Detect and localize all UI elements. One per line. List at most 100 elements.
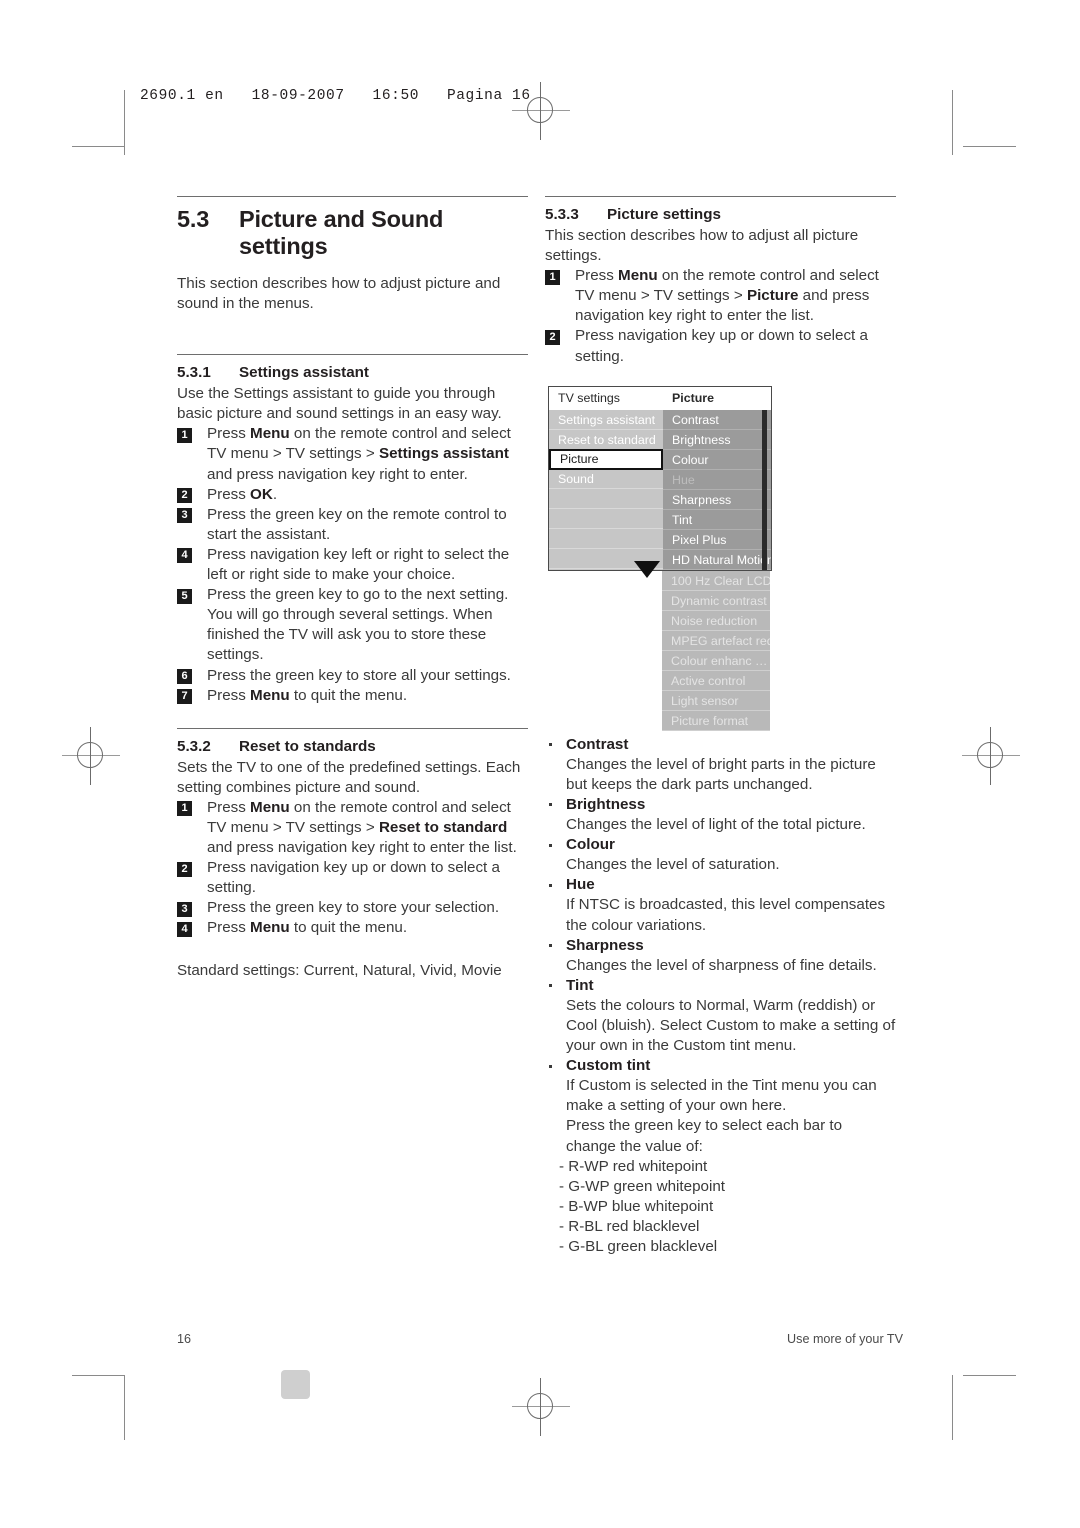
tv-menu-item[interactable]: Tint (663, 510, 771, 530)
section-title: Picture and Sound settings (239, 206, 444, 259)
tv-menu-right-items: Contrast Brightness Colour Hue Sharpness Tint… (663, 410, 771, 570)
subsection-531-intro: Use the Settings assistant to guide you … (177, 385, 502, 423)
list-item: - G-BL green blacklevel (559, 1238, 718, 1255)
section-heading-5-3: 5.3 Picture and Sound settings (177, 206, 528, 260)
list-item: - G-WP green whitepoint (559, 1177, 726, 1195)
left-column: 5.3 Picture and Sound settings This sect… (177, 196, 528, 981)
step-item: 2 Press OK. (177, 485, 528, 505)
tv-menu-item[interactable]: Brightness (663, 430, 771, 450)
subsection-title: Reset to standards (239, 737, 376, 755)
step-number-badge: 2 (545, 329, 560, 345)
subsection-number: 5.3.1 (177, 364, 211, 382)
list-item: - R-BL red blacklevel (559, 1217, 700, 1235)
tv-menu-item[interactable]: HD Natural Motion (663, 550, 771, 570)
tv-menu-header-left: TV settings (558, 391, 620, 405)
tv-menu-scrollbar[interactable] (762, 410, 767, 570)
step-item: 3 Press the green key on the remote contr… (177, 505, 528, 545)
step-number-badge: 1 (177, 801, 192, 817)
bullet-description: Changes the level of sharpness of fine d… (566, 956, 877, 974)
bullet-term: Sharpness (566, 936, 644, 954)
subsection-rule-531 (177, 354, 528, 356)
bullet-dot-icon (549, 803, 552, 807)
print-slug-line: 2690.1 en 18-09-2007 16:50 Pagina 16 (140, 88, 531, 104)
chevron-down-icon (634, 561, 660, 578)
tv-menu-item[interactable]: Sharpness (663, 490, 771, 510)
step-number-badge: 1 (545, 269, 560, 285)
footer-section-note: Use more of your TV (787, 1332, 903, 1346)
tv-menu-empty-row (549, 489, 663, 509)
bullet-description: If NTSC is broadcasted, this level compe… (566, 896, 886, 934)
tv-menu-item[interactable]: Pixel Plus (663, 530, 771, 550)
subsection-532-intro: Sets the TV to one of the predefined set… (177, 758, 521, 796)
bullet-dot-icon (549, 1064, 552, 1068)
tv-menu-item[interactable]: Sound (549, 469, 663, 489)
tv-menu-right-list[interactable]: Contrast Brightness Colour Hue Sharpness Tint… (663, 410, 771, 570)
tv-menu-left-list[interactable]: Settings assistant Reset to standard Pictu… (549, 410, 663, 570)
tv-menu-item[interactable]: Light sensor (662, 691, 770, 711)
step-number-badge: 3 (177, 901, 192, 917)
tv-menu-item[interactable]: Dynamic contrast (662, 591, 770, 611)
bullet-dot-icon (549, 843, 552, 847)
crop-mark-bottom-right-vertical (952, 1375, 953, 1440)
registration-mark-left-middle (62, 727, 120, 785)
tv-menu-item[interactable]: MPEG artefact red. (662, 631, 770, 651)
list-item: - R-WP red whitepoint (559, 1157, 708, 1175)
subsection-533-intro: This section describes how to adjust all… (545, 227, 859, 265)
tv-menu-item[interactable]: Hue (663, 470, 771, 490)
tv-menu-item[interactable]: Colour enhanc … (662, 651, 770, 671)
list-item: Sharpness Changes the level of sharpness … (545, 936, 896, 976)
tv-menu-item[interactable]: 100 Hz Clear LCD (662, 571, 770, 591)
steps-list-532: 1 Press Menu on the remote control and se… (177, 798, 528, 939)
subsection-heading-5-3-2: 5.3.2 Reset to standards (177, 738, 528, 755)
bullet-term: Tint (566, 976, 594, 994)
list-item: Hue If NTSC is broadcasted, this level co… (545, 875, 896, 935)
section-rule (177, 196, 528, 197)
section-number: 5.3 (177, 206, 210, 232)
tv-menu-overflow-list: 100 Hz Clear LCD Dynamic contrast Noise re… (662, 571, 770, 731)
bullet-description: Changes the level of saturation. (566, 856, 780, 874)
crop-mark-top-right-horizontal (963, 146, 1016, 147)
subsection-rule-533 (545, 196, 896, 197)
subsection-number: 5.3.3 (545, 206, 579, 223)
tv-menu-item[interactable]: Picture format (662, 711, 770, 731)
subsection-heading-5-3-1: 5.3.1 Settings assistant (177, 364, 528, 381)
step-item: 4 Press navigation key left or right to s… (177, 545, 528, 585)
picture-settings-bullets: Contrast Changes the level of bright part… (545, 735, 896, 1157)
tv-menu-item[interactable]: Active control (662, 671, 770, 691)
step-item: 7 Press Menu to quit the menu. (177, 686, 528, 706)
step-item: 2 Press navigation key up or down to sele… (545, 326, 896, 366)
tv-menu-item[interactable]: Noise reduction (662, 611, 770, 631)
step-item: 4 Press Menu to quit the menu. (177, 918, 528, 938)
step-number-badge: 4 (177, 548, 192, 564)
crop-mark-top-right-vertical (952, 90, 953, 155)
tv-menu-figure: TV settings Picture Settings assistant Re… (548, 386, 772, 731)
subsection-heading-5-3-3: 5.3.3 Picture settings (545, 206, 896, 223)
step-number-badge: 7 (177, 689, 192, 705)
step-item: 3 Press the green key to store your selec… (177, 898, 528, 918)
step-number-badge: 3 (177, 508, 192, 524)
tv-menu-item[interactable]: Colour (663, 450, 771, 470)
tv-menu-item[interactable]: Contrast (663, 410, 771, 430)
tv-menu-item[interactable]: Reset to standard (549, 430, 663, 450)
subsection-rule-532 (177, 727, 528, 729)
standard-settings-note: Standard settings: Current, Natural, Viv… (177, 961, 502, 979)
step-item: 1 Press Menu on the remote control and se… (177, 424, 528, 484)
tv-menu-empty-row (549, 509, 663, 529)
step-number-badge: 2 (177, 861, 192, 877)
tv-menu-item[interactable]: Settings assistant (549, 410, 663, 430)
crop-mark-bottom-left-vertical (124, 1375, 125, 1440)
step-number-badge: 5 (177, 588, 192, 604)
steps-list-533: 1 Press Menu on the remote control and se… (545, 266, 896, 366)
custom-tint-values-list: - R-WP red whitepoint - G-WP green whitep… (545, 1157, 896, 1257)
bullet-dot-icon (549, 883, 552, 887)
step-item: 1 Press Menu on the remote control and se… (177, 798, 528, 858)
registration-mark-right-middle (962, 727, 1020, 785)
step-number-badge: 2 (177, 488, 192, 504)
step-item: 5 Press the green key to go to the next s… (177, 585, 528, 665)
list-item: Brightness Changes the level of light of … (545, 795, 896, 835)
bullet-dot-icon (549, 743, 552, 747)
crop-mark-bottom-right-horizontal (963, 1375, 1016, 1376)
bullet-description: Sets the colours to Normal, Warm (reddis… (566, 996, 896, 1055)
tv-menu-item[interactable]: Picture (549, 449, 663, 470)
footer-page-number: 16 (177, 1332, 192, 1346)
